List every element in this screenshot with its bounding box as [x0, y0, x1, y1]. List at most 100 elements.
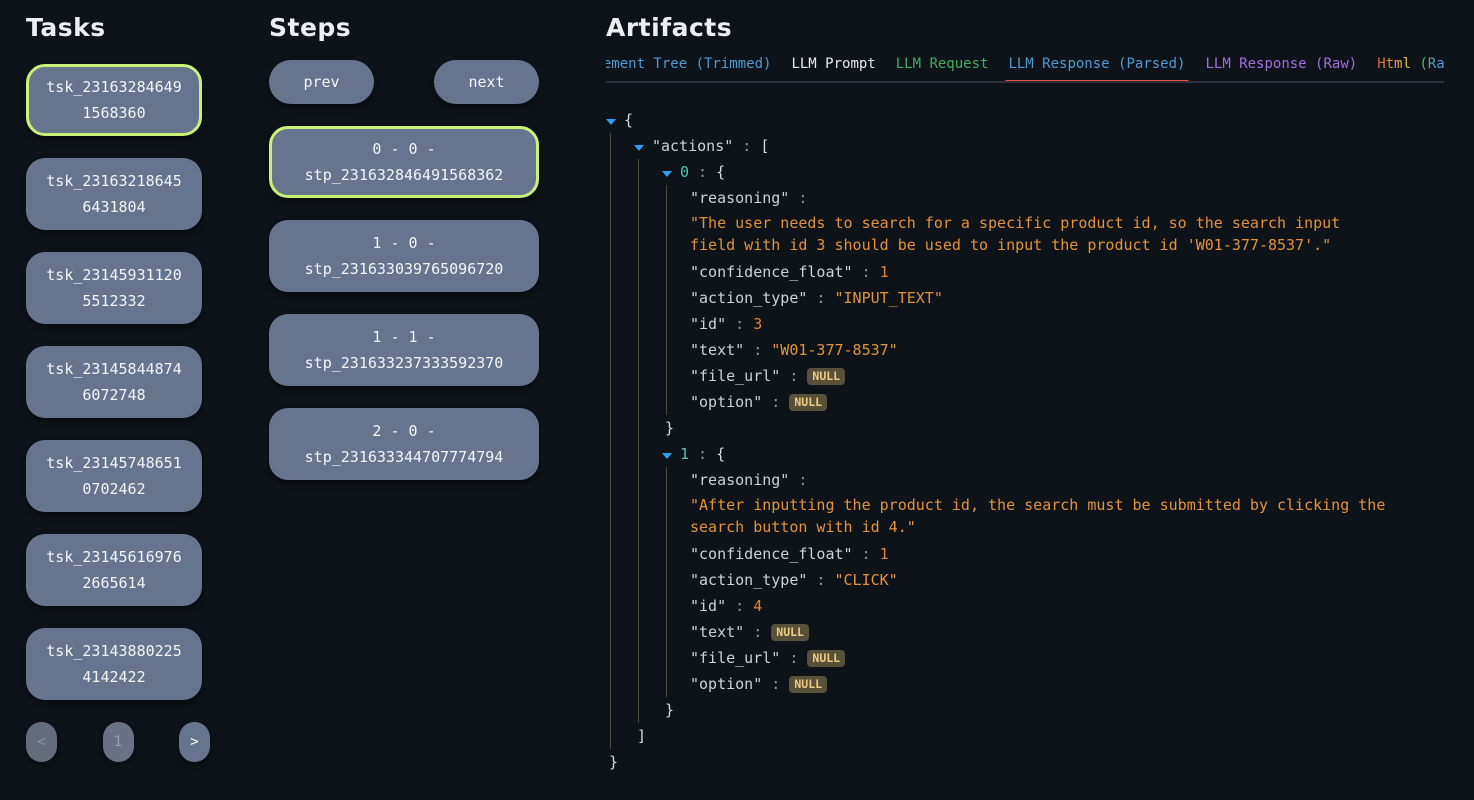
json-token-punct: : [689, 163, 716, 181]
json-token-punct: : [789, 471, 807, 489]
json-token-bracket: } [665, 419, 674, 437]
json-children-group: "reasoning" :"After inputting the produc… [666, 467, 1474, 697]
tab-label: LLM Response (Raw) [1205, 56, 1357, 72]
json-token-bracket: [ [760, 137, 769, 155]
json-string-value: "After inputting the product id, the sea… [690, 494, 1390, 538]
task-item[interactable]: tsk_231458448746072748 [26, 346, 202, 418]
json-token-punct: : [762, 393, 789, 411]
steps-panel: Steps prev next 0 - 0 - stp_231632846491… [269, 0, 539, 502]
json-token-bracket: { [716, 445, 725, 463]
json-children-group: "actions" : [0 : {"reasoning" :"The user… [610, 133, 1474, 749]
json-line: ] [634, 723, 1474, 749]
json-line: "option" : NULL [690, 671, 1474, 697]
json-line: 1 : { [662, 441, 1474, 467]
json-line: "reasoning" : [690, 467, 1474, 493]
tab-label: Html (Raw) [1377, 56, 1444, 72]
json-children-group: 0 : {"reasoning" :"The user needs to sea… [638, 159, 1474, 723]
json-token-key: "reasoning" [690, 189, 789, 207]
tasks-pagination: < 1 > [26, 722, 210, 762]
null-badge: NULL [771, 624, 809, 641]
collapse-caret-icon[interactable] [662, 453, 672, 459]
step-item[interactable]: 1 - 0 - stp_231633039765096720 [269, 220, 539, 292]
json-token-bracket: } [665, 701, 674, 719]
pagination-next-button[interactable]: > [179, 722, 210, 762]
tab-element-tree-trimmed[interactable]: Element Tree (Trimmed) [606, 56, 772, 72]
tab-llm-response-parsed[interactable]: LLM Response (Parsed) [1007, 56, 1186, 72]
json-string-value: "The user needs to search for a specific… [690, 212, 1390, 256]
tab-llm-request[interactable]: LLM Request [895, 56, 990, 72]
task-item[interactable]: tsk_231438802254142422 [26, 628, 202, 700]
json-token-string: "INPUT_TEXT" [835, 289, 943, 307]
tasks-panel: Tasks tsk_231632846491568360 tsk_23163218… [26, 0, 202, 762]
tasks-list: tsk_231632846491568360 tsk_23163218645643… [26, 64, 202, 700]
tab-html-raw[interactable]: Html (Raw) [1376, 56, 1444, 72]
task-item[interactable]: tsk_231457486510702462 [26, 440, 202, 512]
json-tree: {"actions" : [0 : {"reasoning" :"The use… [606, 107, 1474, 775]
json-token-number: 3 [753, 315, 762, 333]
json-token-key: "confidence_float" [690, 545, 853, 563]
null-badge: NULL [807, 650, 845, 667]
tab-llm-prompt[interactable]: LLM Prompt [790, 56, 876, 72]
pagination-prev-button[interactable]: < [26, 722, 57, 762]
json-line: "file_url" : NULL [690, 645, 1474, 671]
json-token-key: "actions" [652, 137, 733, 155]
step-item[interactable]: 0 - 0 - stp_231632846491568362 [269, 126, 539, 198]
json-token-punct: : [853, 263, 880, 281]
json-token-number: 1 [880, 545, 889, 563]
prev-step-button[interactable]: prev [269, 60, 374, 104]
json-token-string: "W01-377-8537" [771, 341, 897, 359]
task-item[interactable]: tsk_231456169762665614 [26, 534, 202, 606]
json-line: { [606, 107, 1474, 133]
steps-nav: prev next [269, 60, 539, 104]
step-item[interactable]: 2 - 0 - stp_231633344707774794 [269, 408, 539, 480]
json-token-punct: : [780, 649, 807, 667]
json-token-punct: : [762, 675, 789, 693]
null-badge: NULL [807, 368, 845, 385]
json-token-key: "confidence_float" [690, 263, 853, 281]
json-token-key: "id" [690, 597, 726, 615]
json-token-key: "option" [690, 675, 762, 693]
json-token-punct: : [744, 623, 771, 641]
json-token-bracket: } [609, 753, 618, 771]
json-token-punct: : [789, 189, 807, 207]
json-token-key: "reasoning" [690, 471, 789, 489]
json-token-bracket: ] [637, 727, 646, 745]
json-token-punct: : [853, 545, 880, 563]
task-item[interactable]: tsk_231459311205512332 [26, 252, 202, 324]
json-token-punct: : [733, 137, 760, 155]
tasks-title: Tasks [26, 13, 202, 42]
json-token-bracket: { [716, 163, 725, 181]
json-token-key: "text" [690, 623, 744, 641]
collapse-caret-icon[interactable] [634, 145, 644, 151]
json-token-key: "file_url" [690, 367, 780, 385]
null-badge: NULL [789, 394, 827, 411]
json-line: "reasoning" : [690, 185, 1474, 211]
collapse-caret-icon[interactable] [662, 171, 672, 177]
steps-title: Steps [269, 13, 539, 42]
json-line: "action_type" : "CLICK" [690, 567, 1474, 593]
json-line: } [662, 415, 1474, 441]
json-token-key: "file_url" [690, 649, 780, 667]
json-token-key: "action_type" [690, 289, 807, 307]
steps-list: 0 - 0 - stp_231632846491568362 1 - 0 - st… [269, 126, 539, 480]
task-item[interactable]: tsk_231632186456431804 [26, 158, 202, 230]
json-token-punct: : [807, 571, 834, 589]
step-item[interactable]: 1 - 1 - stp_231633237333592370 [269, 314, 539, 386]
tab-label: LLM Prompt [791, 56, 875, 72]
tab-llm-response-raw[interactable]: LLM Response (Raw) [1204, 56, 1358, 72]
json-line: "text" : NULL [690, 619, 1474, 645]
artifacts-panel: Artifacts Element Tree (Trimmed) LLM Prom… [606, 0, 1474, 775]
json-token-index: 0 [680, 163, 689, 181]
artifacts-tabstrip: Element Tree (Trimmed) LLM Prompt LLM Requ… [606, 56, 1444, 83]
collapse-caret-icon[interactable] [606, 119, 616, 125]
artifacts-title: Artifacts [606, 13, 1474, 42]
json-line: } [606, 749, 1474, 775]
task-item[interactable]: tsk_231632846491568360 [26, 64, 202, 136]
json-token-key: "action_type" [690, 571, 807, 589]
null-badge: NULL [789, 676, 827, 693]
json-token-number: 4 [753, 597, 762, 615]
json-token-key: "option" [690, 393, 762, 411]
pagination-page-button[interactable]: 1 [103, 722, 134, 762]
json-line: "confidence_float" : 1 [690, 541, 1474, 567]
next-step-button[interactable]: next [434, 60, 539, 104]
